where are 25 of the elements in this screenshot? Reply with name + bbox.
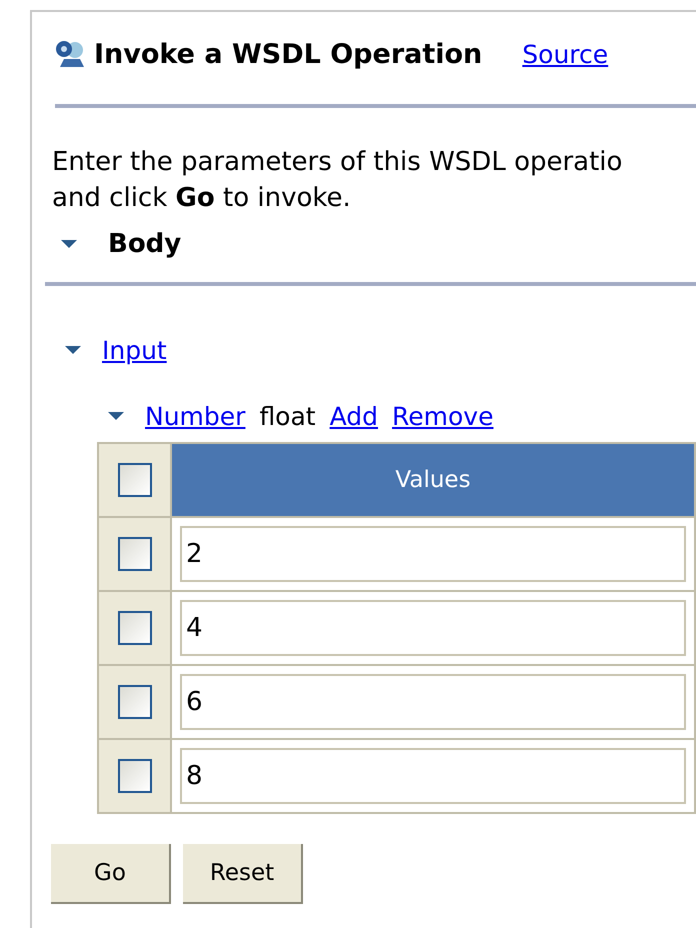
input-link[interactable]: Input: [102, 336, 167, 364]
value-field[interactable]: 2: [180, 526, 686, 582]
source-link[interactable]: Source: [522, 40, 608, 68]
collapse-triangle-icon[interactable]: [107, 410, 125, 422]
go-button[interactable]: Go: [51, 844, 171, 904]
column-header: Values: [171, 443, 695, 517]
page-title: Invoke a WSDL Operation: [94, 38, 482, 70]
web-service-icon: [54, 39, 86, 69]
remove-link[interactable]: Remove: [392, 402, 494, 430]
checkbox[interactable]: [118, 685, 152, 719]
instructions-text: Enter the parameters of this WSDL operatio and click Go to invoke.: [52, 146, 624, 215]
value-field[interactable]: 6: [180, 674, 686, 730]
checkbox[interactable]: [118, 611, 152, 645]
checkbox[interactable]: [118, 463, 152, 497]
collapse-triangle-icon[interactable]: [64, 344, 82, 356]
section-heading: Body: [108, 229, 182, 259]
value-field[interactable]: 4: [180, 600, 686, 656]
collapse-triangle-icon[interactable]: [60, 238, 78, 250]
value-field[interactable]: 8: [180, 748, 686, 804]
add-link[interactable]: Add: [330, 402, 378, 430]
reset-button[interactable]: Reset: [183, 844, 303, 904]
checkbox[interactable]: [118, 537, 152, 571]
type-label: float: [259, 402, 316, 430]
parameter-link[interactable]: Number: [145, 402, 246, 430]
checkbox[interactable]: [118, 759, 152, 793]
